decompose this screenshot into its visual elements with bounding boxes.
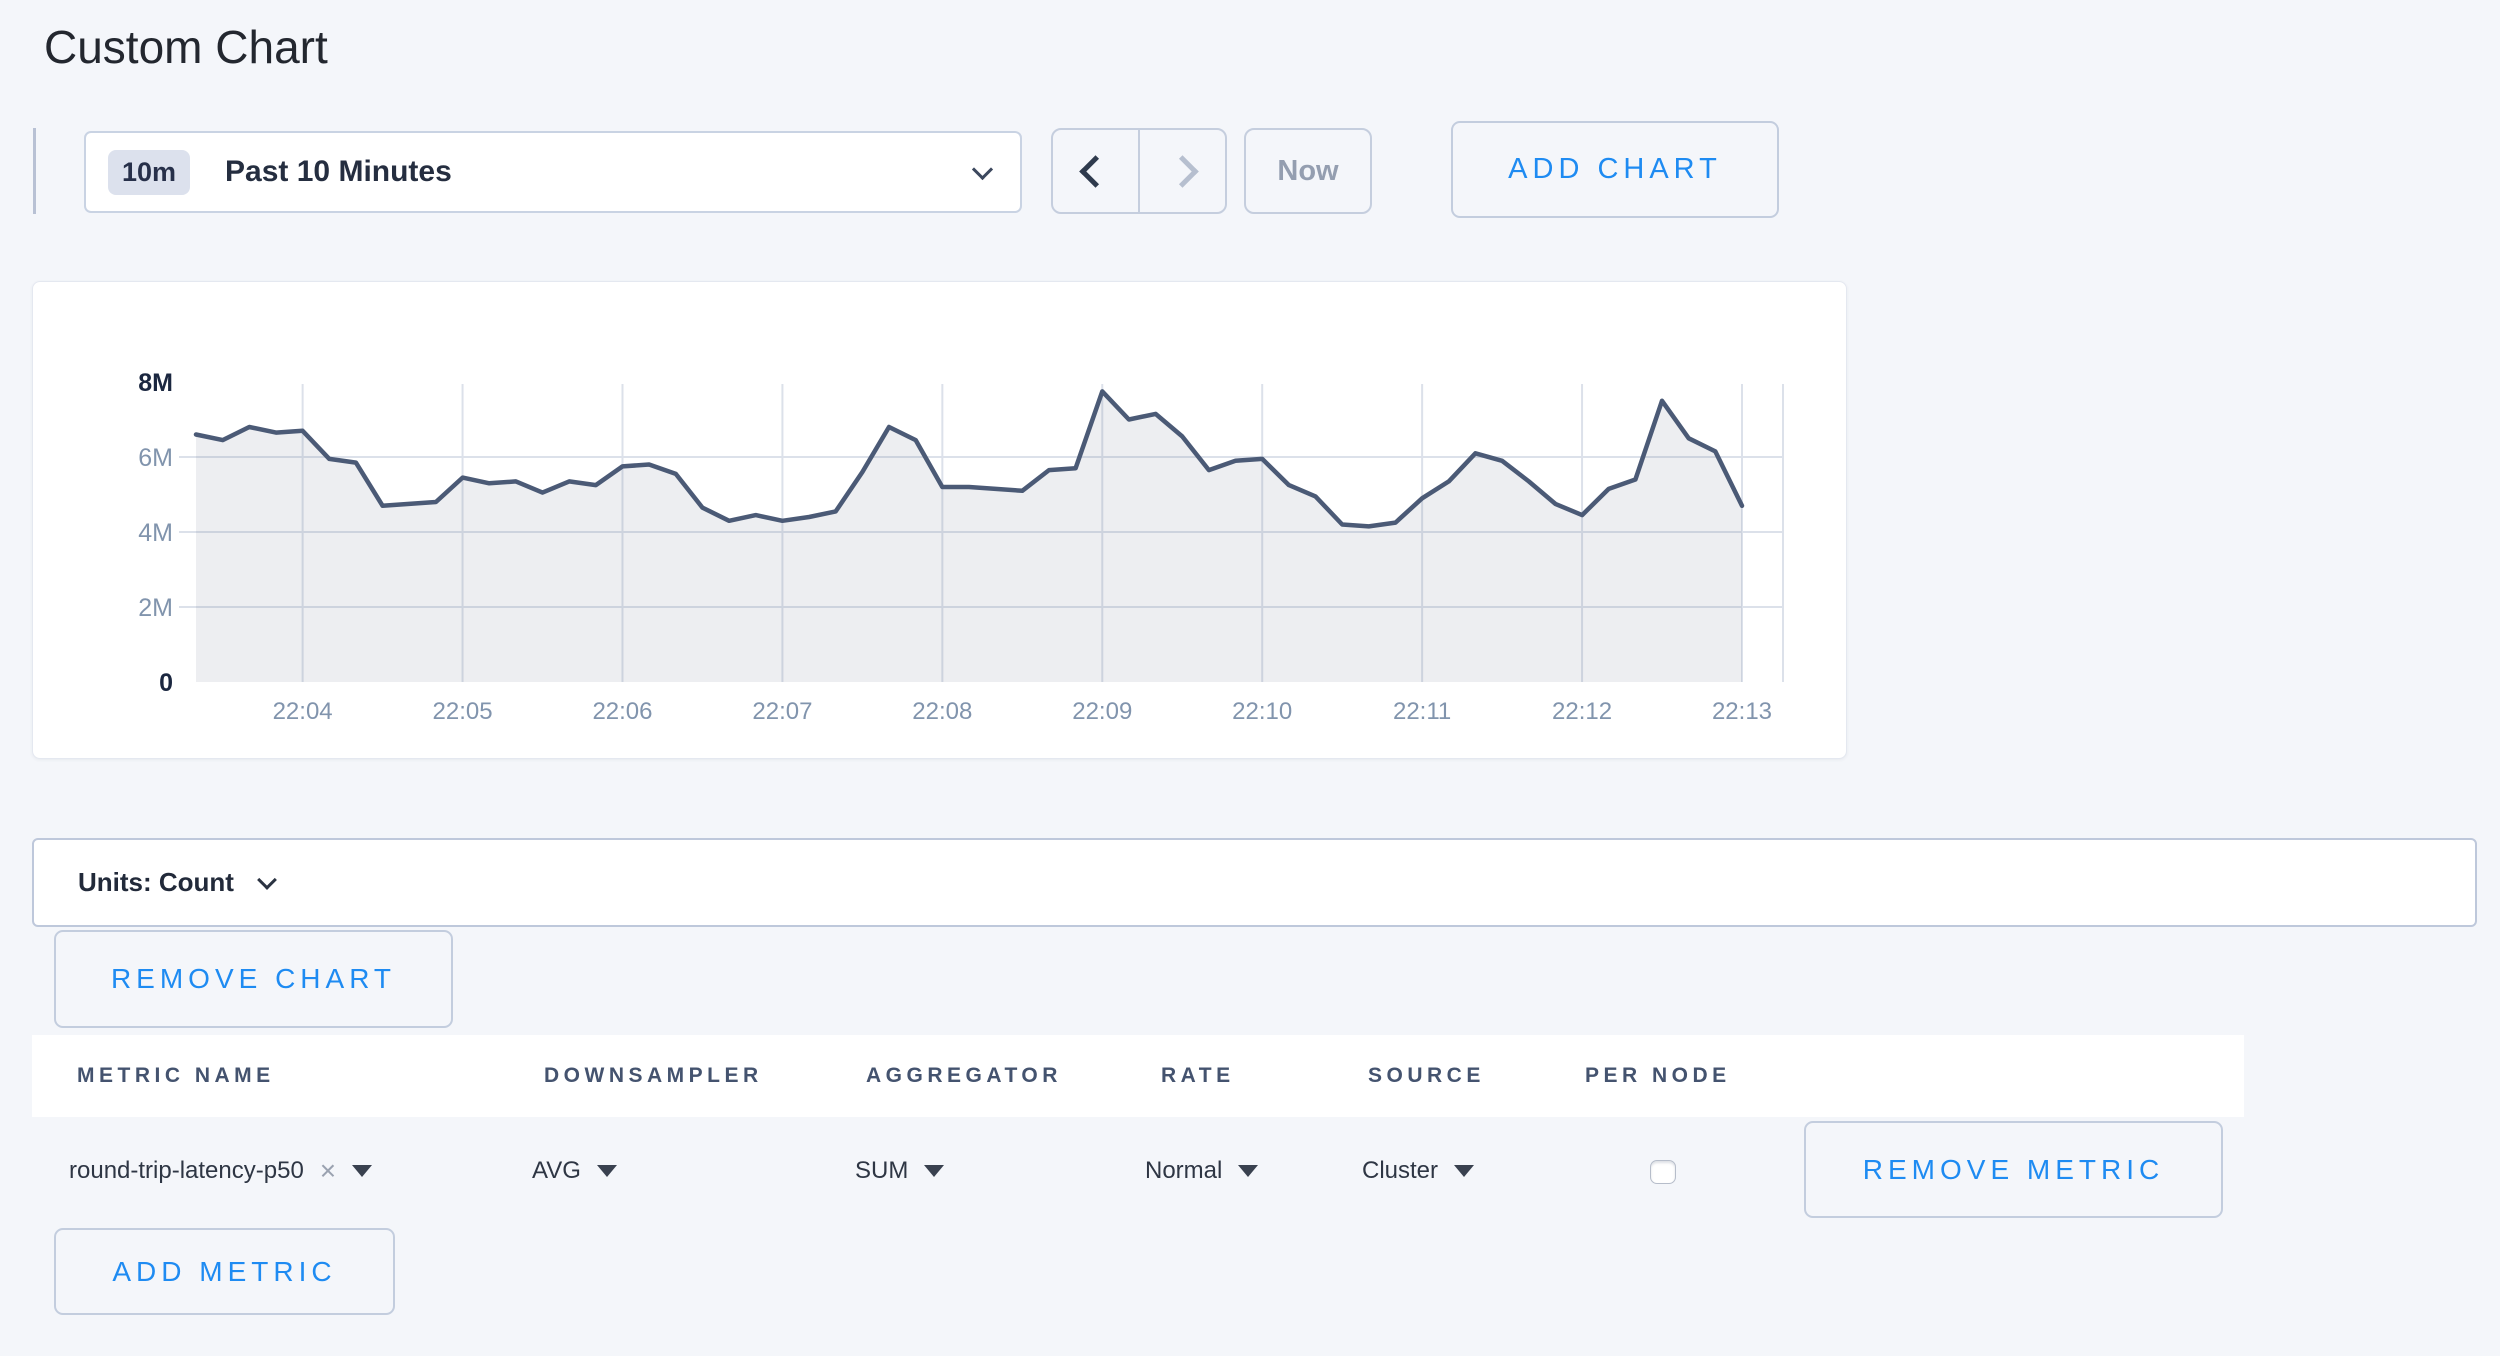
svg-text:22:07: 22:07 xyxy=(752,698,812,725)
metrics-table-header: METRIC NAME DOWNSAMPLER AGGREGATOR RATE … xyxy=(32,1035,2244,1117)
svg-text:0: 0 xyxy=(159,669,173,697)
time-nav-group xyxy=(1051,128,1227,214)
per-node-checkbox[interactable] xyxy=(1650,1160,1676,1184)
chevron-down-icon xyxy=(257,870,277,890)
source-value: Cluster xyxy=(1362,1157,1438,1185)
caret-down-icon xyxy=(352,1165,372,1177)
caret-down-icon xyxy=(1238,1165,1258,1177)
custom-chart-page: Custom Chart 10m Past 10 Minutes Now ADD… xyxy=(0,0,2500,1356)
units-label: Units: Count xyxy=(78,867,234,898)
chevron-down-icon xyxy=(972,158,993,179)
next-time-button[interactable] xyxy=(1138,130,1225,212)
add-metric-button[interactable]: ADD METRIC xyxy=(54,1228,395,1315)
custom-chart-card: 0 2M 4M 6M 8M 22:04 22:05 22:06 22:07 22:08 22:09 2… xyxy=(32,281,1847,759)
caret-down-icon xyxy=(597,1165,617,1177)
prev-time-button[interactable] xyxy=(1053,130,1138,212)
svg-text:22:06: 22:06 xyxy=(592,698,652,725)
downsampler-value: AVG xyxy=(532,1157,581,1185)
svg-text:2M: 2M xyxy=(138,594,173,622)
time-selector-accent-divider xyxy=(33,128,36,214)
col-header-downsampler: DOWNSAMPLER xyxy=(544,1064,763,1088)
caret-down-icon xyxy=(1454,1165,1474,1177)
source-dropdown[interactable]: Cluster xyxy=(1362,1157,1474,1185)
svg-text:4M: 4M xyxy=(138,519,173,547)
page-title: Custom Chart xyxy=(44,20,328,74)
svg-text:22:08: 22:08 xyxy=(912,698,972,725)
clear-metric-icon[interactable]: × xyxy=(320,1157,336,1185)
svg-text:6M: 6M xyxy=(138,444,173,472)
svg-text:22:04: 22:04 xyxy=(273,698,333,725)
downsampler-dropdown[interactable]: AVG xyxy=(532,1157,617,1185)
col-header-aggregator: AGGREGATOR xyxy=(866,1064,1062,1088)
add-chart-button[interactable]: ADD CHART xyxy=(1451,121,1779,218)
now-button[interactable]: Now xyxy=(1244,128,1372,214)
remove-metric-button[interactable]: REMOVE METRIC xyxy=(1804,1121,2223,1218)
caret-down-icon xyxy=(924,1165,944,1177)
col-header-per-node: PER NODE xyxy=(1585,1064,1731,1088)
col-header-metric-name: METRIC NAME xyxy=(77,1064,275,1088)
rate-dropdown[interactable]: Normal xyxy=(1145,1157,1258,1185)
col-header-rate: RATE xyxy=(1161,1064,1235,1088)
time-range-dropdown[interactable]: 10m Past 10 Minutes xyxy=(84,131,1022,213)
aggregator-dropdown[interactable]: SUM xyxy=(855,1157,944,1185)
chevron-left-icon xyxy=(1079,155,1112,188)
svg-text:22:05: 22:05 xyxy=(433,698,493,725)
svg-text:22:13: 22:13 xyxy=(1712,698,1772,725)
units-selector[interactable]: Units: Count xyxy=(32,838,2477,927)
svg-text:22:12: 22:12 xyxy=(1552,698,1612,725)
svg-text:22:09: 22:09 xyxy=(1072,698,1132,725)
svg-text:8M: 8M xyxy=(138,369,173,397)
remove-chart-button[interactable]: REMOVE CHART xyxy=(54,930,453,1028)
rate-value: Normal xyxy=(1145,1157,1222,1185)
metric-name-dropdown[interactable]: round-trip-latency-p50 × xyxy=(69,1157,372,1185)
metric-name-value: round-trip-latency-p50 xyxy=(69,1157,304,1185)
timeseries-area-chart[interactable]: 0 2M 4M 6M 8M 22:04 22:05 22:06 22:07 22:08 22:09 2… xyxy=(33,282,1848,760)
metric-row: round-trip-latency-p50 × AVG SUM Normal … xyxy=(0,1117,2500,1225)
time-window-badge: 10m xyxy=(108,150,190,195)
col-header-source: SOURCE xyxy=(1368,1064,1485,1088)
svg-text:22:10: 22:10 xyxy=(1232,698,1292,725)
chevron-right-icon xyxy=(1166,155,1199,188)
time-window-label: Past 10 Minutes xyxy=(225,155,452,189)
svg-text:22:11: 22:11 xyxy=(1393,698,1451,725)
aggregator-value: SUM xyxy=(855,1157,908,1185)
